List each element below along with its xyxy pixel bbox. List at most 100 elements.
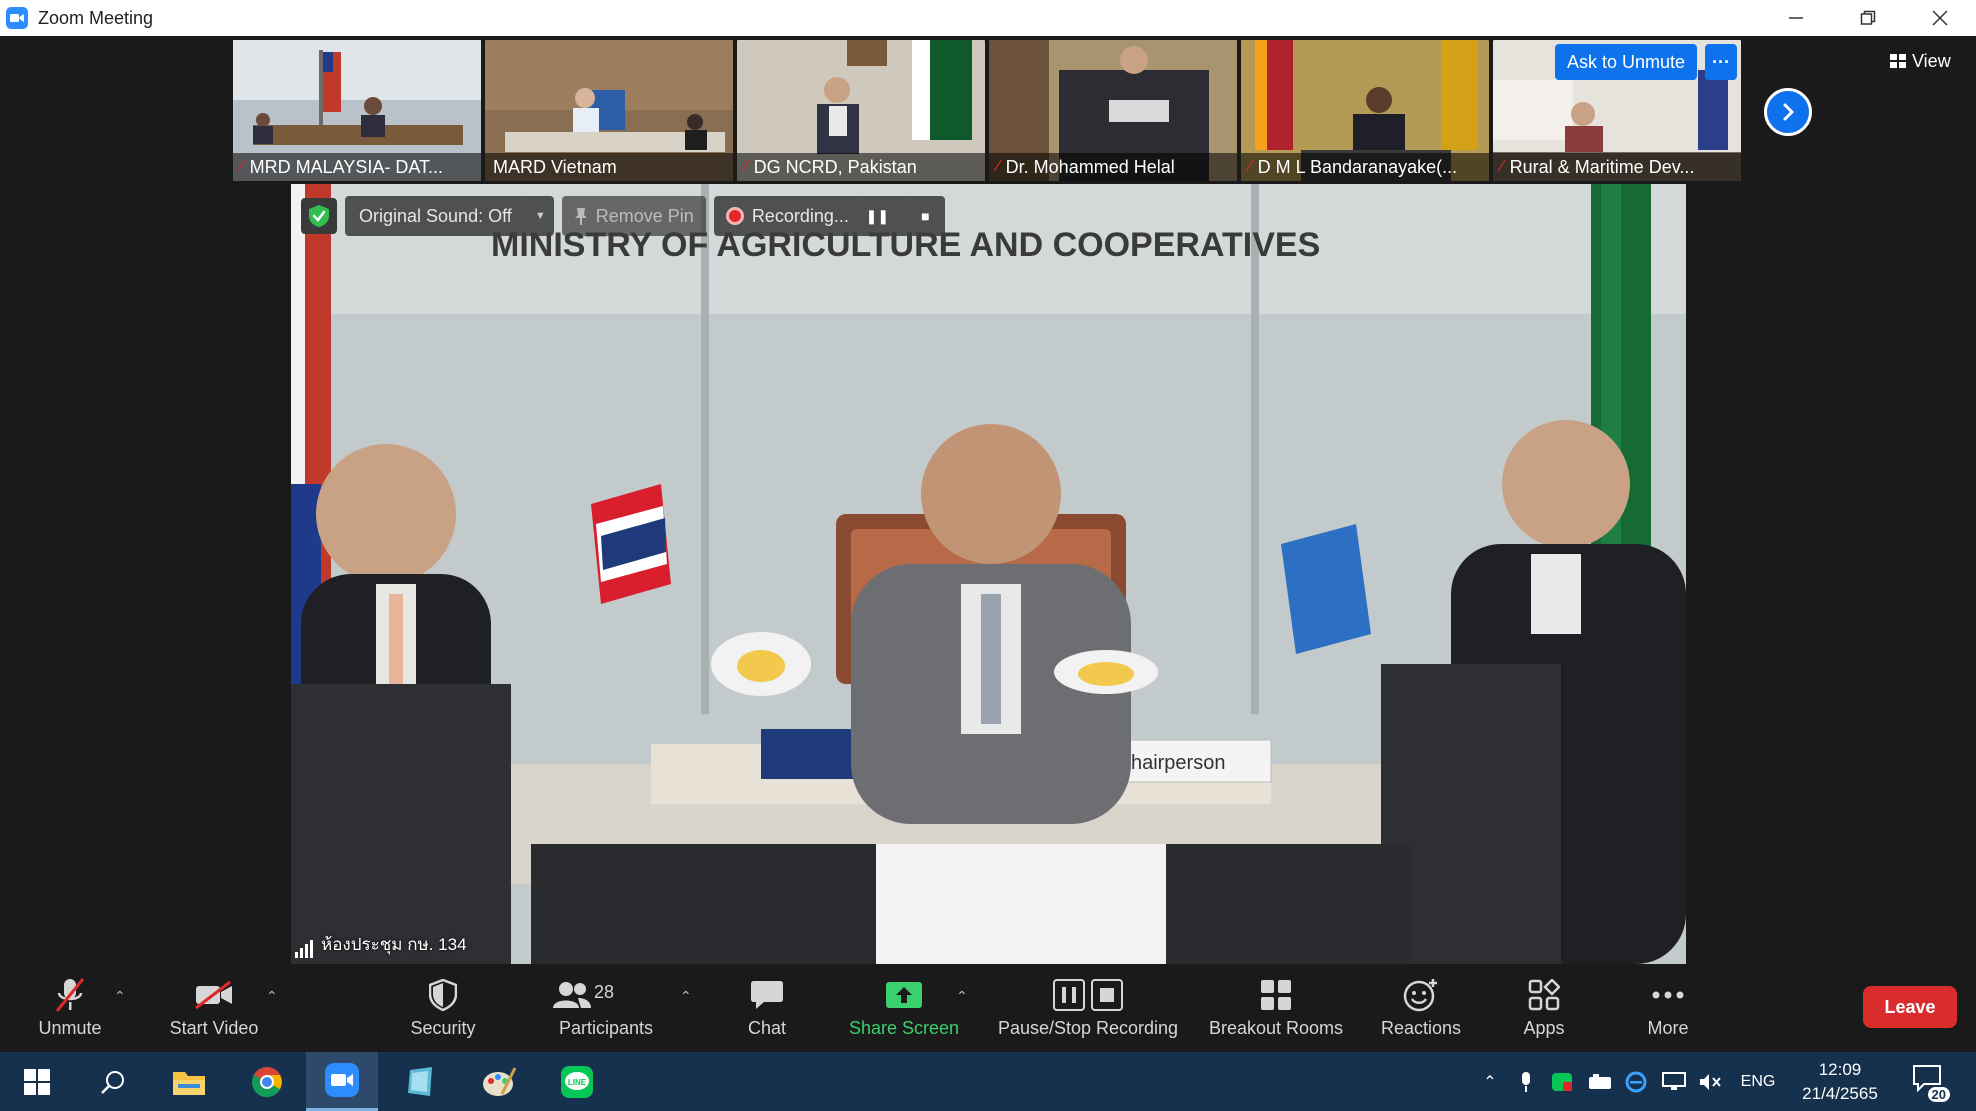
show-hidden-icons-chevron[interactable]: ⌃ (1476, 1052, 1504, 1111)
signal-strength-icon (295, 940, 313, 958)
apps-label: Apps (1523, 1018, 1565, 1038)
pause-recording-icon[interactable]: ❚❚ (856, 196, 897, 236)
participant-label: ⁄ Rural & Maritime Dev... (1493, 153, 1741, 181)
muted-mic-icon: ⁄ (997, 158, 1000, 175)
participants-label: Participants (558, 1018, 654, 1038)
original-sound-label: Original Sound: Off (359, 205, 512, 226)
participants-count: 28 (594, 982, 615, 1002)
more-button[interactable]: More (1636, 976, 1700, 1046)
unmute-label: Unmute (38, 1018, 102, 1038)
search-button[interactable] (82, 1052, 144, 1111)
audio-options-chevron-icon[interactable]: ⌃ (114, 988, 126, 1005)
pause-stop-recording-label: Pause/Stop Recording (997, 1018, 1179, 1038)
notification-center-button[interactable]: 20 (1912, 1064, 1950, 1102)
participant-tile[interactable]: ⁄ Dr. Mohammed Helal (989, 40, 1237, 181)
microphone-tray-icon[interactable] (1512, 1052, 1540, 1111)
gallery-strip: ⁄ MRD MALAYSIA- DAT... MARD Vietnam ⁄ DG… (233, 40, 1741, 181)
muted-mic-icon: ⁄ (745, 158, 748, 175)
apps-button[interactable]: Apps (1512, 976, 1576, 1046)
volume-muted-icon[interactable] (1696, 1052, 1724, 1111)
start-video-label: Start Video (169, 1018, 259, 1038)
participants-options-chevron-icon[interactable]: ⌃ (680, 988, 692, 1005)
search-icon (101, 1070, 124, 1094)
participant-tile[interactable]: ⁄ MRD MALAYSIA- DAT... (233, 40, 481, 181)
shield-icon (429, 976, 457, 1014)
line-app-icon: LINE (561, 1065, 593, 1098)
start-button[interactable] (6, 1052, 68, 1111)
room-name: ห้องประชุม กษ. 134 (321, 935, 467, 954)
chevron-right-icon (1783, 103, 1794, 121)
ask-to-unmute-button[interactable]: Ask to Unmute (1555, 44, 1698, 80)
participants-button[interactable]: 28 Participants (552, 976, 660, 1046)
participant-label: MARD Vietnam (485, 153, 733, 181)
stop-recording-icon[interactable]: ■ (904, 196, 945, 236)
nameplate-text: Chairperson (1117, 752, 1226, 774)
participant-name: MARD Vietnam (493, 156, 617, 177)
taskbar-app-document[interactable] (390, 1052, 452, 1111)
participant-name: MRD MALAYSIA- DAT... (249, 156, 444, 177)
participant-tile[interactable]: ⁄ D M L Bandaranayake(... (1241, 40, 1489, 181)
network-tray-icon[interactable] (1660, 1052, 1688, 1111)
pause-stop-recording-button[interactable]: Pause/Stop Recording (990, 976, 1186, 1046)
video-options-chevron-icon[interactable]: ⌃ (266, 988, 278, 1005)
reactions-button[interactable]: Reactions (1378, 976, 1464, 1046)
recording-dot-icon (725, 207, 744, 225)
taskbar-line[interactable]: LINE (546, 1052, 608, 1111)
participant-name: DG NCRD, Pakistan (753, 156, 917, 177)
reactions-label: Reactions (1380, 1018, 1462, 1038)
share-screen-button[interactable]: Share Screen (846, 976, 962, 1046)
unmute-button[interactable]: Unmute (30, 976, 110, 1046)
participant-label: ⁄ DG NCRD, Pakistan (737, 153, 985, 181)
ie-tray-icon[interactable] (1622, 1052, 1650, 1111)
grid-view-icon (1890, 54, 1906, 68)
participant-tile[interactable]: MARD Vietnam (485, 40, 733, 181)
breakout-rooms-button[interactable]: Breakout Rooms (1206, 976, 1346, 1046)
meeting-controls: Unmute ⌃ Start Video ⌃ Security 28 Parti… (0, 966, 1976, 1052)
video-off-icon (194, 976, 234, 1014)
taskbar-chrome[interactable] (236, 1052, 298, 1111)
system-clock[interactable]: 12:09 21/4/2565 (1792, 1058, 1888, 1106)
taskbar-app-paint[interactable] (468, 1052, 530, 1111)
line-tray-icon[interactable] (1548, 1052, 1576, 1111)
view-button[interactable]: View (1880, 46, 1961, 76)
chat-button[interactable]: Chat (736, 976, 798, 1046)
encryption-shield-icon[interactable] (301, 198, 337, 234)
restore-button[interactable] (1832, 0, 1904, 36)
notification-count-badge: 20 (1927, 1087, 1950, 1102)
chat-bubble-icon (750, 976, 784, 1014)
next-page-button[interactable] (1764, 88, 1812, 136)
leave-button[interactable]: Leave (1863, 986, 1957, 1028)
tile-more-options-button[interactable]: ··· (1705, 44, 1737, 80)
ellipsis-icon (1651, 976, 1685, 1014)
share-screen-icon (885, 976, 923, 1014)
security-button[interactable]: Security (400, 976, 486, 1046)
remove-pin-button[interactable]: Remove Pin (561, 196, 706, 236)
start-video-button[interactable]: Start Video (162, 976, 266, 1046)
chevron-down-icon[interactable]: ▼ (525, 196, 554, 236)
clock-date: 21/4/2565 (1802, 1084, 1878, 1103)
smiley-plus-icon (1403, 976, 1439, 1014)
active-speaker-video[interactable]: MINISTRY OF AGRICULTURE AND COOPERATIVES… (291, 184, 1686, 964)
more-label: More (1647, 1018, 1689, 1038)
taskbar-file-explorer[interactable] (158, 1052, 220, 1111)
minimize-button[interactable] (1760, 0, 1832, 36)
storage-tray-icon[interactable] (1586, 1052, 1614, 1111)
taskbar-zoom[interactable] (306, 1052, 378, 1111)
input-language[interactable]: ENG (1736, 1052, 1780, 1111)
folder-icon (173, 1071, 205, 1095)
connection-info: ห้องประชุม กษ. 134 (295, 931, 467, 958)
participant-tile[interactable]: ⁄ DG NCRD, Pakistan (737, 40, 985, 181)
os-taskbar: LINE ⌃ ENG 12:09 21/4/2565 20 (0, 1052, 1976, 1111)
remove-pin-label: Remove Pin (595, 205, 694, 226)
close-button[interactable] (1904, 0, 1976, 36)
recording-label: Recording... (751, 205, 849, 226)
participant-name: Dr. Mohammed Helal (1005, 156, 1175, 177)
svg-text:LINE: LINE (568, 1078, 587, 1087)
participant-tile[interactable]: Ask to Unmute ··· ⁄ Rural & Maritime Dev.… (1493, 40, 1741, 181)
original-sound-toggle[interactable]: Original Sound: Off ▼ (345, 196, 554, 236)
participant-name: D M L Bandaranayake(... (1257, 156, 1458, 177)
share-screen-label: Share Screen (848, 1018, 960, 1038)
muted-mic-icon: ⁄ (1249, 158, 1252, 175)
chat-label: Chat (747, 1018, 787, 1038)
share-options-chevron-icon[interactable]: ⌃ (956, 988, 968, 1005)
